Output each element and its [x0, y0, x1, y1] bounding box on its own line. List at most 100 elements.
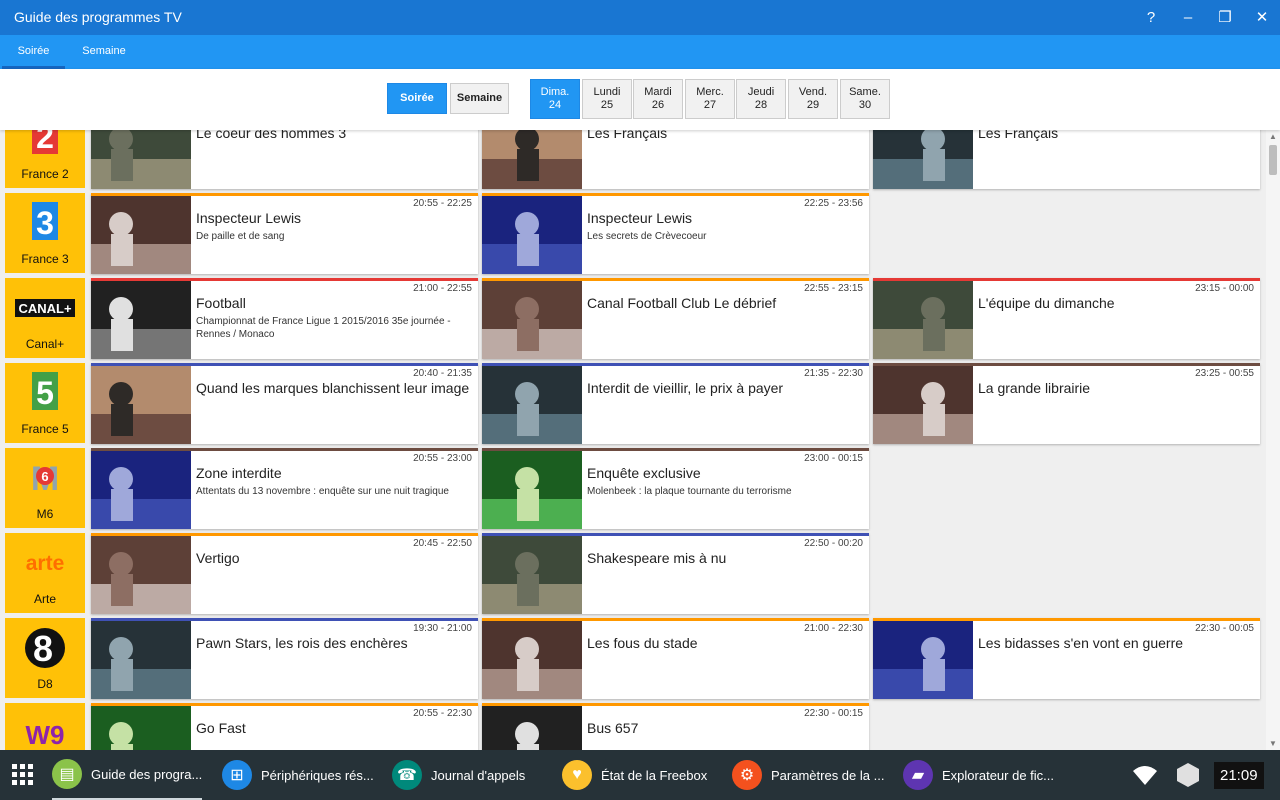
program-card[interactable]: Football 21:00 - 22:55 Championnat de Fran…: [91, 278, 478, 359]
maximize-button[interactable]: ❐: [1213, 6, 1237, 30]
program-card[interactable]: Les bidasses s'en vont en guerre 22:30 - …: [873, 618, 1260, 699]
tab-bar: Soirée Semaine: [0, 35, 1280, 69]
program-card[interactable]: Inspecteur Lewis 22:25 - 23:56 Les secrets…: [482, 193, 869, 274]
day-button[interactable]: Jeudi 28: [736, 79, 786, 119]
program-title: Inspecteur Lewis: [196, 210, 302, 226]
channel-france-5[interactable]: 5 France 5: [5, 363, 85, 443]
program-card[interactable]: Le coeur des hommes 3: [91, 130, 478, 189]
channel-name: D8: [37, 677, 53, 691]
program-card[interactable]: Go Fast 20:55 - 22:30: [91, 703, 478, 750]
svg-text:2: 2: [36, 130, 54, 155]
taskbar-app-label: Explorateur de fic...: [942, 767, 1054, 783]
program-card[interactable]: Bus 657 22:30 - 00:15: [482, 703, 869, 750]
svg-text:3: 3: [36, 205, 54, 241]
program-card[interactable]: Enquête exclusive 23:00 - 00:15 Molenbeek …: [482, 448, 869, 529]
day-button[interactable]: Dima. 24: [530, 79, 580, 119]
channel-canal-[interactable]: CANAL+ Canal+: [5, 278, 85, 358]
clock-box[interactable]: 21:09: [1214, 750, 1264, 800]
taskbar-app[interactable]: ⊞ Périphériques rés...: [222, 750, 374, 800]
channel-d8[interactable]: 8 D8: [5, 618, 85, 698]
taskbar: ▤ Guide des progra... ⊞ Périphériques rés..…: [0, 750, 1280, 800]
taskbar-app-label: Guide des progra...: [91, 766, 203, 782]
taskbar-app[interactable]: ▰ Explorateur de fic...: [903, 750, 1054, 800]
day-button[interactable]: Merc. 27: [685, 79, 735, 119]
day-button[interactable]: Same. 30: [840, 79, 890, 119]
day-button[interactable]: Lundi 25: [582, 79, 632, 119]
program-thumbnail: [873, 130, 973, 189]
program-card[interactable]: Les fous du stade 21:00 - 22:30: [482, 618, 869, 699]
taskbar-app[interactable]: ☎ Journal d'appels: [392, 750, 525, 800]
program-time: 20:55 - 23:00: [413, 453, 472, 464]
scrollbar-thumb[interactable]: [1269, 145, 1277, 175]
program-card[interactable]: Interdit de vieillir, le prix à payer 21:…: [482, 363, 869, 444]
program-thumbnail: [873, 621, 973, 699]
program-card[interactable]: Inspecteur Lewis 20:55 - 22:25 De paille e…: [91, 193, 478, 274]
program-card[interactable]: Les Français: [482, 130, 869, 189]
day-button[interactable]: Vend. 29: [788, 79, 838, 119]
scrollbar[interactable]: ▲ ▼: [1266, 130, 1280, 750]
soiree-button[interactable]: Soirée: [387, 83, 447, 114]
taskbar-app-label: Journal d'appels: [431, 767, 526, 783]
app-launcher-icon[interactable]: [10, 750, 36, 800]
program-card[interactable]: Pawn Stars, les rois des enchères 19:30 -…: [91, 618, 478, 699]
program-thumbnail: [482, 281, 582, 359]
channel-w9[interactable]: W9: [5, 703, 85, 750]
program-time: 20:55 - 22:30: [413, 708, 472, 719]
taskbar-app[interactable]: ▤ Guide des progra...: [52, 750, 203, 800]
program-card[interactable]: Quand les marques blanchissent leur imag…: [91, 363, 478, 444]
close-button[interactable]: ✕: [1250, 6, 1274, 30]
program-title: Les bidasses s'en vont en guerre: [978, 635, 1184, 651]
channel-france-3[interactable]: 3 France 3: [5, 193, 85, 273]
program-card[interactable]: Canal Football Club Le débrief 22:55 - 23…: [482, 278, 869, 359]
program-time: 20:55 - 22:25: [413, 198, 472, 209]
program-thumbnail: [482, 130, 582, 189]
channel-name: France 5: [21, 422, 69, 436]
program-card[interactable]: Les Français: [873, 130, 1260, 189]
tab-soiree[interactable]: Soirée: [2, 35, 65, 69]
window-title: Guide des programmes TV: [14, 9, 182, 25]
title-bar: Guide des programmes TV ? – ❐ ✕: [0, 0, 1280, 35]
freebox-status-icon[interactable]: [1176, 750, 1200, 800]
program-thumbnail: [91, 706, 191, 750]
channel-france-2[interactable]: 2 France 2: [5, 130, 85, 188]
program-title: Les Français: [587, 130, 668, 141]
channel-logo-icon: M6: [5, 454, 85, 502]
svg-text:6: 6: [41, 469, 48, 484]
channel-logo-icon: arte: [5, 539, 85, 587]
channel-name: France 3: [21, 252, 69, 266]
gear-icon: ⚙: [732, 760, 762, 790]
day-name: Lundi: [593, 86, 621, 98]
program-time: 21:00 - 22:55: [413, 283, 472, 294]
program-card[interactable]: Zone interdite 20:55 - 23:00 Attentats du …: [91, 448, 478, 529]
scroll-down-icon[interactable]: ▼: [1266, 739, 1280, 748]
tab-semaine[interactable]: Semaine: [72, 35, 136, 69]
program-card[interactable]: L'équipe du dimanche 23:15 - 00:00: [873, 278, 1260, 359]
channel-arte[interactable]: arte Arte: [5, 533, 85, 613]
taskbar-app[interactable]: ⚙ Paramètres de la ...: [732, 750, 884, 800]
day-number: 27: [703, 99, 717, 111]
wifi-icon[interactable]: [1131, 750, 1159, 800]
help-button[interactable]: ?: [1139, 6, 1163, 30]
day-name: Mardi: [644, 86, 672, 98]
program-time: 21:35 - 22:30: [804, 368, 863, 379]
day-button[interactable]: Mardi 26: [633, 79, 683, 119]
clock[interactable]: 21:09: [1214, 761, 1264, 789]
channel-name: Arte: [33, 592, 56, 606]
program-title: Les fous du stade: [587, 635, 698, 651]
scroll-up-icon[interactable]: ▲: [1266, 132, 1280, 141]
program-card[interactable]: Vertigo 20:45 - 22:50: [91, 533, 478, 614]
taskbar-app[interactable]: ♥ État de la Freebox: [562, 750, 707, 800]
program-time: 23:25 - 00:55: [1195, 368, 1254, 379]
channel-m6[interactable]: M6 M6: [5, 448, 85, 528]
program-card[interactable]: La grande librairie 23:25 - 00:55: [873, 363, 1260, 444]
minimize-button[interactable]: –: [1176, 6, 1200, 30]
program-card[interactable]: Shakespeare mis à nu 22:50 - 00:20: [482, 533, 869, 614]
program-time: 21:00 - 22:30: [804, 623, 863, 634]
program-thumbnail: [91, 366, 191, 444]
semaine-button[interactable]: Semaine: [450, 83, 509, 114]
program-subtitle: De paille et de sang: [196, 231, 285, 242]
program-time: 22:50 - 00:20: [804, 538, 863, 549]
program-thumbnail: [482, 451, 582, 529]
program-subtitle: Molenbeek : la plaque tournante du terro…: [587, 486, 792, 497]
channel-logo-icon: 8: [5, 624, 85, 672]
